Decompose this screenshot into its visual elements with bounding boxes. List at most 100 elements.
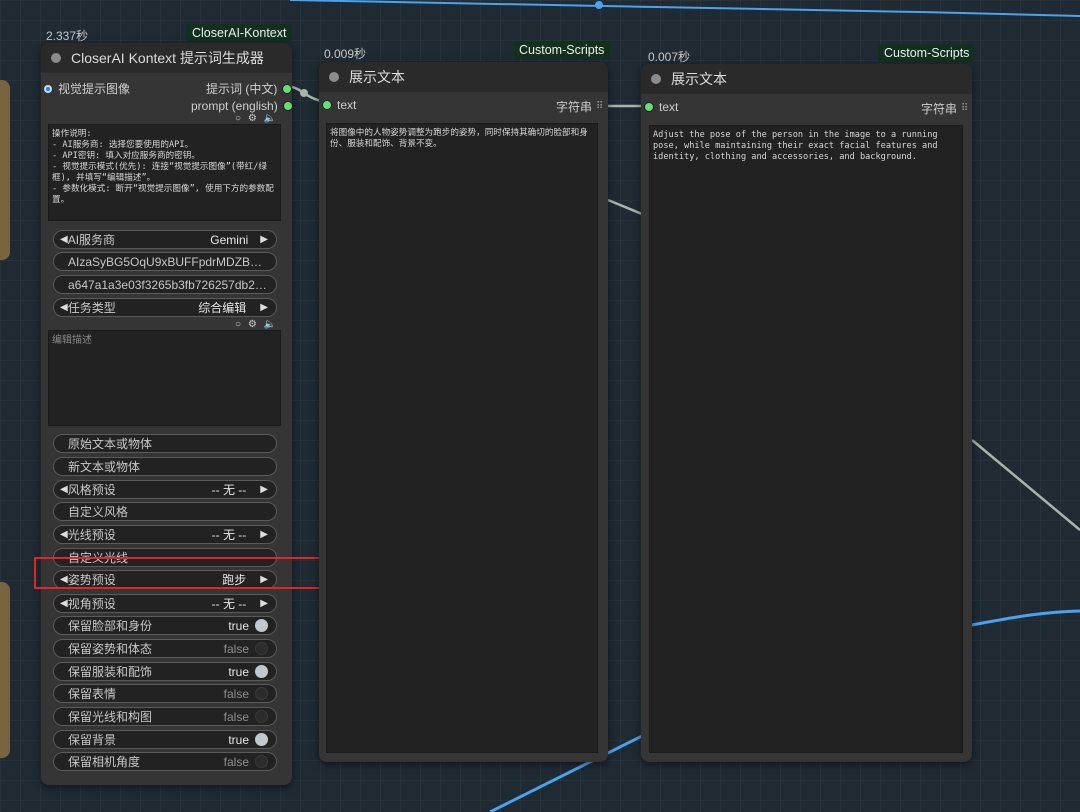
input-socket-icon[interactable]	[323, 101, 331, 109]
toggle-keep-expression[interactable]: 保留表情 false	[53, 684, 277, 703]
offscreen-node-bottom	[0, 582, 10, 758]
arrow-right-icon[interactable]: ▶	[260, 484, 268, 495]
collapse-dot-icon[interactable]	[329, 72, 339, 82]
toggle-knob-icon[interactable]	[255, 687, 268, 700]
toggle-knob-icon[interactable]	[255, 733, 268, 746]
cn-input-text[interactable]: text	[323, 98, 356, 112]
original-object-label: 原始文本或物体	[68, 437, 153, 451]
toggle-value: true	[228, 732, 249, 747]
toggle-knob-icon[interactable]	[255, 755, 268, 768]
input-socket-icon[interactable]	[645, 103, 653, 111]
toggle-value: false	[223, 709, 249, 724]
task-type-combo[interactable]: ◀ 任务类型 综合编辑 ▶	[53, 298, 277, 317]
toggle-value: true	[228, 618, 249, 633]
arrow-right-icon[interactable]: ▶	[260, 529, 268, 540]
api-key-field-1[interactable]: AIzaSyBG5OqU9xBUFFpdrMDZBeL...	[53, 252, 277, 271]
new-object-label: 新文本或物体	[68, 460, 141, 474]
cn-output-label: 字符串	[556, 100, 593, 114]
collapse-dot-icon[interactable]	[51, 53, 61, 63]
en-output-string[interactable]: 字符串 ⠿	[921, 100, 968, 117]
ai-service-combo[interactable]: ◀ AI服务商 Gemini ▶	[53, 230, 277, 249]
input-visual-prompt-label: 视觉提示图像	[58, 82, 131, 96]
light-preset-label: 光线预设	[67, 528, 116, 542]
api-key-1-value: AIzaSyBG5OqU9xBUFFpdrMDZBeL...	[68, 254, 268, 269]
style-preset-value: -- 无 --	[211, 483, 247, 497]
toggle-keep-camera[interactable]: 保留相机角度 false	[53, 752, 277, 771]
en-input-text[interactable]: text	[645, 100, 678, 114]
link-top-reroute-dot	[595, 1, 603, 9]
arrow-left-icon[interactable]: ◀	[60, 302, 68, 313]
toggle-knob-icon[interactable]	[255, 710, 268, 723]
link-top-blue	[289, 0, 1080, 17]
cn-text-display[interactable]: 将图像中的人物姿势调整为跑步的姿势，同时保持其确切的脸部和身份、服装和配饰、背景…	[326, 123, 598, 753]
collapse-dot-icon[interactable]	[651, 74, 661, 84]
en-input-label: text	[659, 100, 679, 114]
toggle-label: 保留表情	[68, 687, 117, 701]
output-socket-icon[interactable]	[283, 102, 292, 110]
toggle-knob-icon[interactable]	[255, 642, 268, 655]
original-object-field[interactable]: 原始文本或物体	[53, 434, 277, 453]
arrow-left-icon[interactable]: ◀	[60, 484, 68, 495]
en-node-title: 展示文本	[671, 71, 727, 87]
cn-output-string[interactable]: 字符串 ⠿	[556, 98, 603, 115]
style-preset-combo[interactable]: ◀ 风格预设 -- 无 -- ▶	[53, 480, 277, 499]
toggle-keep-face[interactable]: 保留脸部和身份 true	[53, 616, 277, 635]
toggle-keep-background[interactable]: 保留背景 true	[53, 730, 277, 749]
input-visual-prompt-image[interactable]: 视觉提示图像	[44, 80, 130, 97]
widget-tools-icons[interactable]: ○ ⚙ 🔈	[235, 319, 278, 330]
arrow-right-icon[interactable]: ▶	[260, 302, 268, 313]
toggle-label: 保留服装和配饰	[68, 665, 153, 679]
output-prompt-cn[interactable]: 提示词 (中文)	[206, 80, 292, 97]
cn-node-timing: 0.009秒	[324, 47, 367, 61]
view-preset-value: -- 无 --	[211, 597, 247, 611]
en-node-title-bar[interactable]: 展示文本	[641, 64, 972, 94]
toggle-keep-lighting[interactable]: 保留光线和构图 false	[53, 707, 277, 726]
toggle-knob-icon[interactable]	[255, 619, 268, 632]
edit-description-textarea[interactable]: 编辑描述	[48, 330, 281, 426]
view-preset-combo[interactable]: ◀ 视角预设 -- 无 -- ▶	[53, 594, 277, 613]
offscreen-node-top	[0, 80, 10, 260]
cn-node-title: 展示文本	[349, 69, 405, 85]
arrow-right-icon[interactable]: ▶	[260, 598, 268, 609]
grip-icon[interactable]: ⠿	[961, 103, 968, 114]
arrow-left-icon[interactable]: ◀	[60, 234, 68, 245]
en-node-timing: 0.007秒	[648, 50, 691, 64]
grip-icon[interactable]: ⠿	[596, 101, 603, 112]
widget-tools-icons[interactable]: ○ ⚙ 🔈	[235, 113, 278, 124]
instructions-textarea[interactable]: 操作说明: - AI服务商: 选择您要使用的API。 - API密钥: 填入对应…	[48, 124, 281, 221]
light-preset-value: -- 无 --	[211, 528, 247, 542]
api-key-2-value: a647a1a3e03f3265b3fb726257db2e ...	[68, 277, 268, 292]
link-reroute-dot	[300, 89, 308, 97]
input-socket-icon[interactable]	[44, 84, 52, 93]
arrow-left-icon[interactable]: ◀	[60, 529, 68, 540]
toggle-knob-icon[interactable]	[255, 665, 268, 678]
toggle-label: 保留背景	[68, 733, 117, 747]
cn-node-title-bar[interactable]: 展示文本	[319, 62, 608, 92]
style-preset-label: 风格预设	[67, 483, 116, 497]
light-preset-combo[interactable]: ◀ 光线预设 -- 无 -- ▶	[53, 525, 277, 544]
api-key-field-2[interactable]: a647a1a3e03f3265b3fb726257db2e ...	[53, 275, 277, 294]
output-prompt-cn-label: 提示词 (中文)	[206, 82, 278, 96]
cn-input-label: text	[337, 98, 357, 112]
new-object-field[interactable]: 新文本或物体	[53, 457, 277, 476]
link-grey-diagonal-1	[607, 198, 643, 216]
output-socket-icon[interactable]	[283, 84, 292, 93]
toggle-value: false	[223, 754, 249, 769]
output-prompt-en[interactable]: prompt (english)	[191, 99, 292, 113]
toggle-label: 保留姿势和体态	[68, 642, 153, 656]
en-text-display[interactable]: Adjust the pose of the person in the ima…	[649, 125, 963, 753]
highlight-annotation-box	[34, 557, 337, 589]
toggle-keep-clothing[interactable]: 保留服装和配饰 true	[53, 662, 277, 681]
view-preset-label: 视角预设	[67, 597, 116, 611]
main-node-title: CloserAI Kontext 提示词生成器	[71, 50, 264, 66]
task-type-value: 综合编辑	[198, 301, 247, 315]
toggle-value: true	[228, 664, 249, 679]
toggle-value: false	[223, 686, 249, 701]
toggle-label: 保留光线和构图	[68, 710, 153, 724]
arrow-left-icon[interactable]: ◀	[60, 598, 68, 609]
arrow-right-icon[interactable]: ▶	[260, 234, 268, 245]
toggle-keep-pose[interactable]: 保留姿势和体态 false	[53, 639, 277, 658]
main-node-title-bar[interactable]: CloserAI Kontext 提示词生成器	[41, 43, 292, 73]
custom-style-field[interactable]: 自定义风格	[53, 502, 277, 521]
ai-service-label: AI服务商	[67, 233, 116, 247]
